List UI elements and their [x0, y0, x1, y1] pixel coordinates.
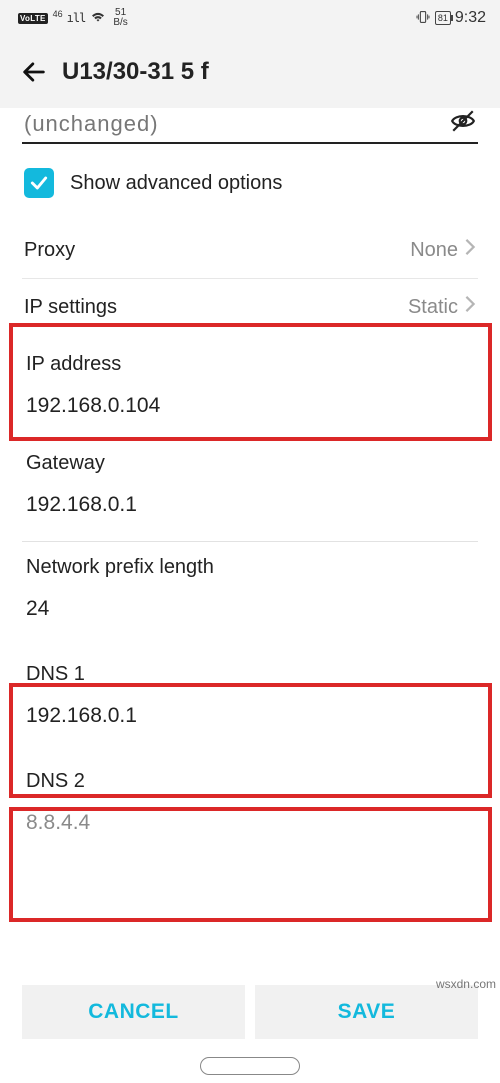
chevron-right-icon [464, 295, 476, 319]
gateway-value: 192.168.0.1 [26, 493, 474, 523]
app-bar: U13/30-31 5 f [0, 36, 500, 108]
dns2-label: DNS 2 [26, 770, 474, 811]
prefix-label: Network prefix length [26, 556, 474, 597]
show-advanced-row[interactable]: Show advanced options [22, 144, 478, 226]
proxy-label: Proxy [24, 239, 75, 262]
ip-address-value: 192.168.0.104 [26, 394, 474, 424]
ip-settings-value: Static [408, 296, 458, 319]
signal-icon: ıll [67, 11, 86, 25]
battery-pct: 81 [438, 12, 448, 24]
dns1-label: DNS 1 [26, 663, 474, 704]
ip-address-field[interactable]: IP address 192.168.0.104 [22, 331, 478, 440]
page-title: U13/30-31 5 f [62, 58, 209, 86]
back-button[interactable] [12, 50, 56, 94]
dns1-value: 192.168.0.1 [26, 704, 474, 734]
arrow-left-icon [20, 58, 48, 86]
password-placeholder: (unchanged) [24, 111, 450, 137]
wifi-icon [89, 10, 107, 27]
ip-address-label: IP address [26, 353, 474, 394]
gateway-label: Gateway [26, 452, 474, 493]
show-advanced-checkbox[interactable] [24, 168, 54, 198]
ip-settings-row[interactable]: IP settings Static [22, 283, 478, 331]
chevron-right-icon [464, 238, 476, 262]
vibrate-icon [415, 9, 431, 28]
password-field[interactable]: (unchanged) [22, 108, 478, 144]
dns2-value: 8.8.4.4 [26, 811, 474, 841]
proxy-value: None [410, 239, 458, 262]
nav-pill[interactable] [200, 1057, 300, 1075]
divider [22, 278, 478, 279]
dns1-field[interactable]: DNS 1 192.168.0.1 [22, 643, 478, 750]
divider [22, 541, 478, 542]
volte-badge: VoLTE [18, 13, 48, 24]
gateway-field[interactable]: Gateway 192.168.0.1 [22, 440, 478, 539]
prefix-field[interactable]: Network prefix length 24 [22, 544, 478, 643]
battery-icon: 81 [435, 11, 451, 25]
button-bar: CANCEL SAVE [0, 985, 500, 1039]
show-advanced-label: Show advanced options [70, 172, 282, 195]
eye-off-icon[interactable] [450, 108, 476, 140]
save-button[interactable]: SAVE [255, 985, 478, 1039]
status-left: VoLTE 46 ıll 51 B/s [18, 8, 128, 28]
proxy-row[interactable]: Proxy None [22, 226, 478, 274]
data-speed: 51 B/s [113, 8, 127, 28]
watermark: wsxdn.com [436, 977, 496, 991]
ip-settings-label: IP settings [24, 296, 117, 319]
status-right: 81 9:32 [415, 9, 486, 28]
dns2-field[interactable]: DNS 2 8.8.4.4 [22, 750, 478, 857]
speed-unit: B/s [113, 18, 127, 28]
clock: 9:32 [455, 9, 486, 27]
cancel-button[interactable]: CANCEL [22, 985, 245, 1039]
check-icon [29, 173, 49, 193]
prefix-value: 24 [26, 597, 474, 627]
network-gen: 46 [53, 9, 63, 19]
status-bar: VoLTE 46 ıll 51 B/s 81 9:32 [0, 0, 500, 36]
